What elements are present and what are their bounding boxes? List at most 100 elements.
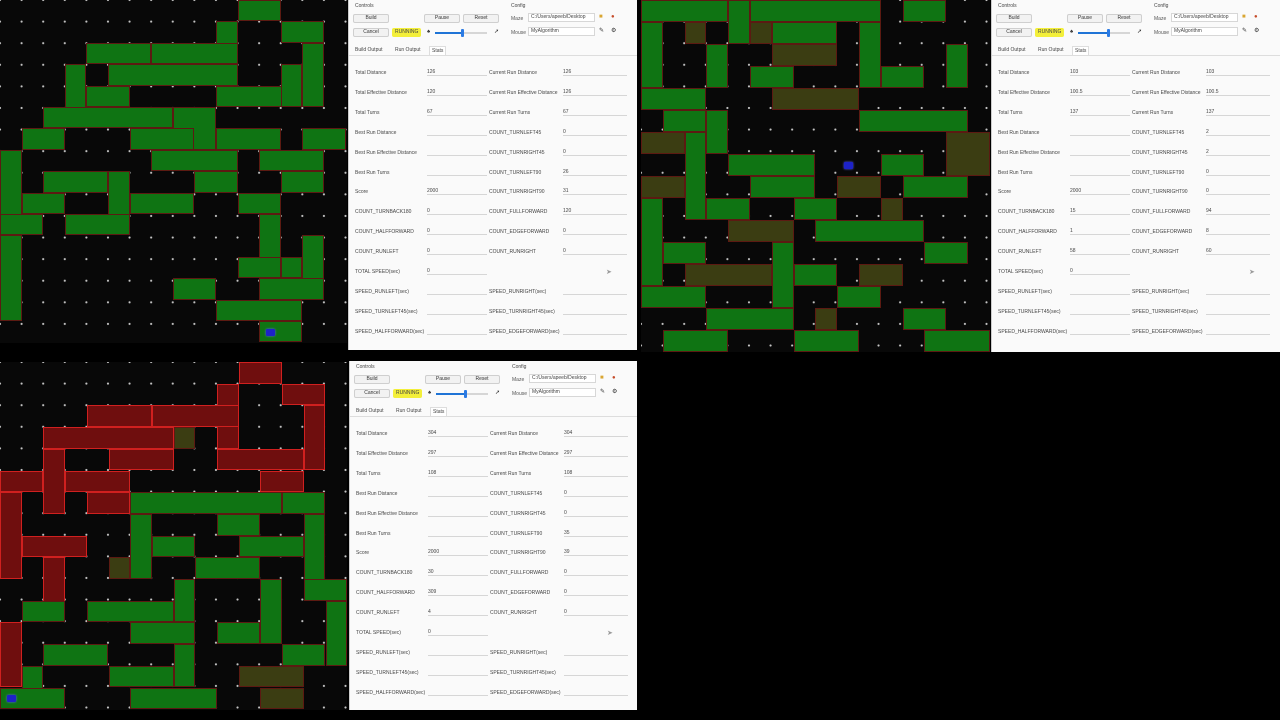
stat-label: COUNT_FULLFORWARD — [1132, 209, 1191, 216]
folder-icon[interactable]: ■ — [600, 374, 604, 382]
cancel-button[interactable]: Cancel — [354, 389, 390, 398]
tab-build-output[interactable]: Build Output — [996, 46, 1028, 55]
maze-cell — [793, 330, 859, 352]
folder-icon[interactable]: ■ — [599, 13, 603, 21]
speed-slider[interactable] — [1078, 29, 1130, 37]
maze-label: Maze — [1154, 16, 1167, 22]
config-title: Config — [512, 364, 527, 370]
tab-stats[interactable]: Stats — [430, 407, 448, 416]
stat-value-field — [427, 149, 487, 156]
stat-value-field — [564, 669, 628, 676]
tab-run-output[interactable]: Run Output — [1036, 46, 1066, 55]
mouse-algorithm-select[interactable]: MyAlgorithm — [528, 27, 595, 36]
pause-button[interactable]: Pause — [1067, 14, 1103, 23]
stat-label: COUNT_EDGEFORWARD — [1132, 229, 1193, 236]
speed-slider-fill — [1078, 32, 1109, 34]
edit-file-icon[interactable]: ✎ — [599, 27, 604, 35]
settings-gear-icon[interactable]: ⚙ — [612, 388, 617, 396]
tab-stats[interactable]: Stats — [429, 46, 447, 55]
maze-cell — [237, 0, 281, 22]
maze-cell — [0, 492, 22, 579]
speed-slider-knob[interactable] — [1107, 29, 1111, 37]
edit-file-icon[interactable]: ✎ — [1242, 27, 1247, 35]
maze-cell — [86, 42, 152, 65]
maze-cell — [259, 278, 324, 300]
turtle-slow-icon: ♠ — [427, 29, 431, 35]
stat-label: Current Run Turns — [490, 470, 532, 477]
pause-button[interactable]: Pause — [425, 375, 461, 384]
stat-value-field: 0 — [427, 248, 487, 256]
maze-cell — [195, 557, 261, 579]
speed-slider[interactable] — [436, 390, 488, 398]
reset-button[interactable]: Reset — [464, 375, 500, 384]
color-wheel-icon[interactable]: ● — [611, 13, 615, 21]
tab-build-output[interactable]: Build Output — [353, 46, 385, 55]
edit-file-icon[interactable]: ✎ — [600, 388, 605, 396]
stat-value-field: 0 — [564, 589, 628, 597]
maze-cell — [282, 644, 326, 666]
speed-slider-knob[interactable] — [463, 390, 467, 398]
mouse-algorithm-select[interactable]: MyAlgorithm — [529, 388, 596, 397]
build-button[interactable]: Build — [353, 14, 389, 23]
maze-path-select[interactable]: C:/Users/apeeb/Desktop — [528, 13, 595, 22]
stat-label: TOTAL SPEED(sec) — [355, 269, 400, 275]
maze-path-select[interactable]: C:/Users/apeeb/Desktop — [529, 374, 596, 383]
folder-icon[interactable]: ■ — [1242, 13, 1246, 21]
mouse-algorithm-select[interactable]: MyAlgorithm — [1171, 27, 1238, 36]
color-wheel-icon[interactable]: ● — [1254, 13, 1258, 21]
pause-button[interactable]: Pause — [424, 14, 460, 23]
stat-label: COUNT_EDGEFORWARD — [489, 229, 550, 236]
build-button[interactable]: Build — [996, 14, 1032, 23]
stat-value-field — [563, 288, 627, 295]
maze-cell — [641, 198, 663, 286]
stat-value-field: 26 — [563, 169, 627, 176]
tab-run-output[interactable]: Run Output — [394, 407, 424, 416]
stat-value-field: 103 — [1206, 69, 1270, 76]
reset-button[interactable]: Reset — [1106, 14, 1142, 23]
cancel-button[interactable]: Cancel — [996, 28, 1032, 37]
stat-label: SPEED_TURNLEFT45(sec) — [355, 308, 418, 315]
stat-value-field — [428, 689, 488, 696]
build-button[interactable]: Build — [354, 375, 390, 384]
stat-value-field: 126 — [563, 69, 627, 76]
stat-label: COUNT_TURNLEFT45 — [1132, 129, 1185, 136]
stat-value-field — [1070, 129, 1130, 136]
stat-label: COUNT_TURNRIGHT90 — [1132, 189, 1188, 196]
speed-slider[interactable] — [435, 29, 487, 37]
stat-label: COUNT_RUNLEFT — [998, 249, 1042, 256]
stat-label: COUNT_TURNBACK180 — [356, 570, 413, 577]
stat-label: COUNT_TURNRIGHT45 — [489, 149, 545, 156]
tab-stats[interactable]: Stats — [1072, 46, 1090, 55]
maze-cell — [946, 44, 968, 88]
speed-slider-knob[interactable] — [461, 29, 465, 37]
color-wheel-icon[interactable]: ● — [612, 374, 616, 382]
stat-value-field: 297 — [564, 450, 628, 457]
stat-label: COUNT_HALFFORWARD — [355, 229, 414, 236]
maze-cell — [859, 110, 968, 132]
simulator-panel-3: Controls Config Build Pause Reset Cancel… — [349, 361, 637, 710]
maze-cell — [217, 448, 304, 471]
stat-value-field — [1070, 328, 1130, 335]
settings-gear-icon[interactable]: ⚙ — [611, 27, 616, 35]
config-title: Config — [1154, 3, 1169, 9]
maze-cell — [684, 22, 707, 44]
cancel-button[interactable]: Cancel — [353, 28, 389, 37]
reset-button[interactable]: Reset — [463, 14, 499, 23]
maze-cell — [303, 579, 347, 601]
maze-cell — [303, 405, 326, 471]
maze-path-select[interactable]: C:/Users/apeeb/Desktop — [1171, 13, 1238, 22]
maze-cell — [859, 264, 903, 286]
maze-label: Maze — [511, 16, 524, 22]
maze-cell — [130, 622, 196, 645]
maze-cell — [173, 427, 196, 449]
maze-cell — [0, 214, 44, 236]
tab-build-output[interactable]: Build Output — [354, 407, 386, 416]
stat-value-field — [427, 169, 487, 176]
stat-value-field: 39 — [564, 549, 628, 557]
tab-run-output[interactable]: Run Output — [393, 46, 423, 55]
tab-divider — [350, 416, 637, 417]
stat-value-field: 120 — [427, 89, 487, 96]
maze-cell — [130, 513, 152, 579]
settings-gear-icon[interactable]: ⚙ — [1254, 27, 1259, 35]
stat-value-field: 58 — [1070, 248, 1130, 256]
